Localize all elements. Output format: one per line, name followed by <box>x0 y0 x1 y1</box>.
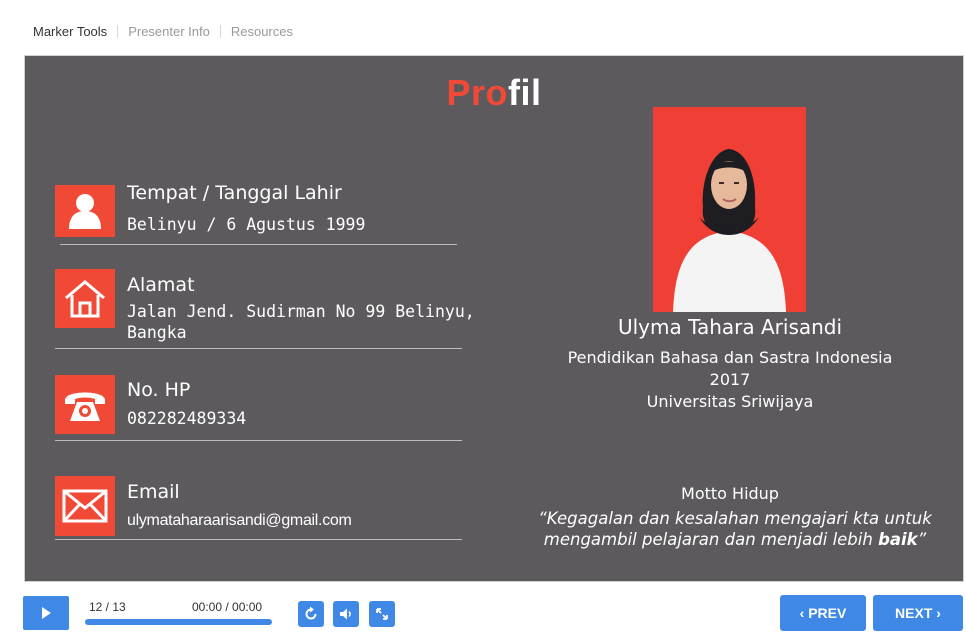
birth-value: Belinyu / 6 Agustus 1999 <box>127 215 366 234</box>
person-university: Universitas Sriwijaya <box>646 392 814 411</box>
slide-canvas: Profil Tempat / Tanggal Lahir Belinyu / … <box>24 55 964 582</box>
prev-button[interactable]: ‹ PREV <box>780 595 866 631</box>
row-divider <box>55 440 462 441</box>
chevron-right-icon: › <box>936 605 941 621</box>
replay-icon <box>305 606 317 620</box>
fullscreen-icon <box>376 608 388 620</box>
tab-marker-tools[interactable]: Marker Tools <box>33 24 107 39</box>
next-label: NEXT <box>895 605 933 621</box>
tab-divider <box>117 25 119 38</box>
fullscreen-button[interactable] <box>369 601 395 627</box>
slide-title-part2: fil <box>508 72 542 113</box>
address-value-line1: Jalan Jend. Sudirman No 99 Belinyu, <box>127 302 475 321</box>
tab-presenter-info[interactable]: Presenter Info <box>128 24 210 39</box>
play-button[interactable] <box>23 596 69 630</box>
volume-icon <box>340 608 351 620</box>
tab-divider <box>219 25 221 38</box>
next-button[interactable]: NEXT › <box>873 595 963 631</box>
volume-button[interactable] <box>333 601 359 627</box>
motto-emphasis: baik <box>878 530 918 549</box>
email-value: ulymataharaarisandi@gmail.com <box>127 512 352 529</box>
motto-line1: “Kegagalan dan kesalahan mengajari kta u… <box>538 509 932 528</box>
home-icon <box>55 269 115 328</box>
presenter-tabs: Marker Tools Presenter Info Resources <box>33 24 293 39</box>
person-year: 2017 <box>709 370 751 389</box>
motto-text: “Kegagalan dan kesalahan mengajari kta u… <box>505 508 963 550</box>
phone-value: 082282489334 <box>127 409 247 428</box>
birth-label: Tempat / Tanggal Lahir <box>127 182 342 204</box>
chevron-left-icon: ‹ <box>799 605 805 621</box>
play-icon <box>42 607 51 619</box>
person-icon <box>55 185 115 237</box>
slide-title-part1: Pro <box>446 72 508 113</box>
motto-title: Motto Hidup <box>681 484 779 503</box>
address-value-line2: Bangka <box>127 323 187 342</box>
person-program: Pendidikan Bahasa dan Sastra Indonesia <box>567 348 893 367</box>
row-divider <box>55 539 462 540</box>
row-divider <box>60 244 457 245</box>
row-divider <box>55 348 462 349</box>
slide-title: Profil <box>25 72 963 114</box>
profile-photo <box>653 107 806 312</box>
phone-label: No. HP <box>127 379 191 401</box>
slide-counter: 12 / 13 <box>89 600 126 614</box>
motto-line2: mengambil pelajaran dan menjadi lebih <box>543 530 879 549</box>
email-label: Email <box>127 481 180 503</box>
time-readout: 00:00 / 00:00 <box>192 600 263 614</box>
address-label: Alamat <box>127 274 195 296</box>
person-name: Ulyma Tahara Arisandi <box>617 315 843 339</box>
progress-fill <box>85 619 272 625</box>
prev-label: PREV <box>808 605 847 621</box>
envelope-icon <box>55 476 115 536</box>
player-bar: 12 / 13 00:00 / 00:00 ‹ PREV NEXT › <box>0 588 966 636</box>
telephone-icon <box>55 375 115 434</box>
motto-closing: ” <box>917 530 927 549</box>
tab-resources[interactable]: Resources <box>231 24 293 39</box>
replay-button[interactable] <box>298 601 324 627</box>
progress-track[interactable] <box>85 619 272 625</box>
